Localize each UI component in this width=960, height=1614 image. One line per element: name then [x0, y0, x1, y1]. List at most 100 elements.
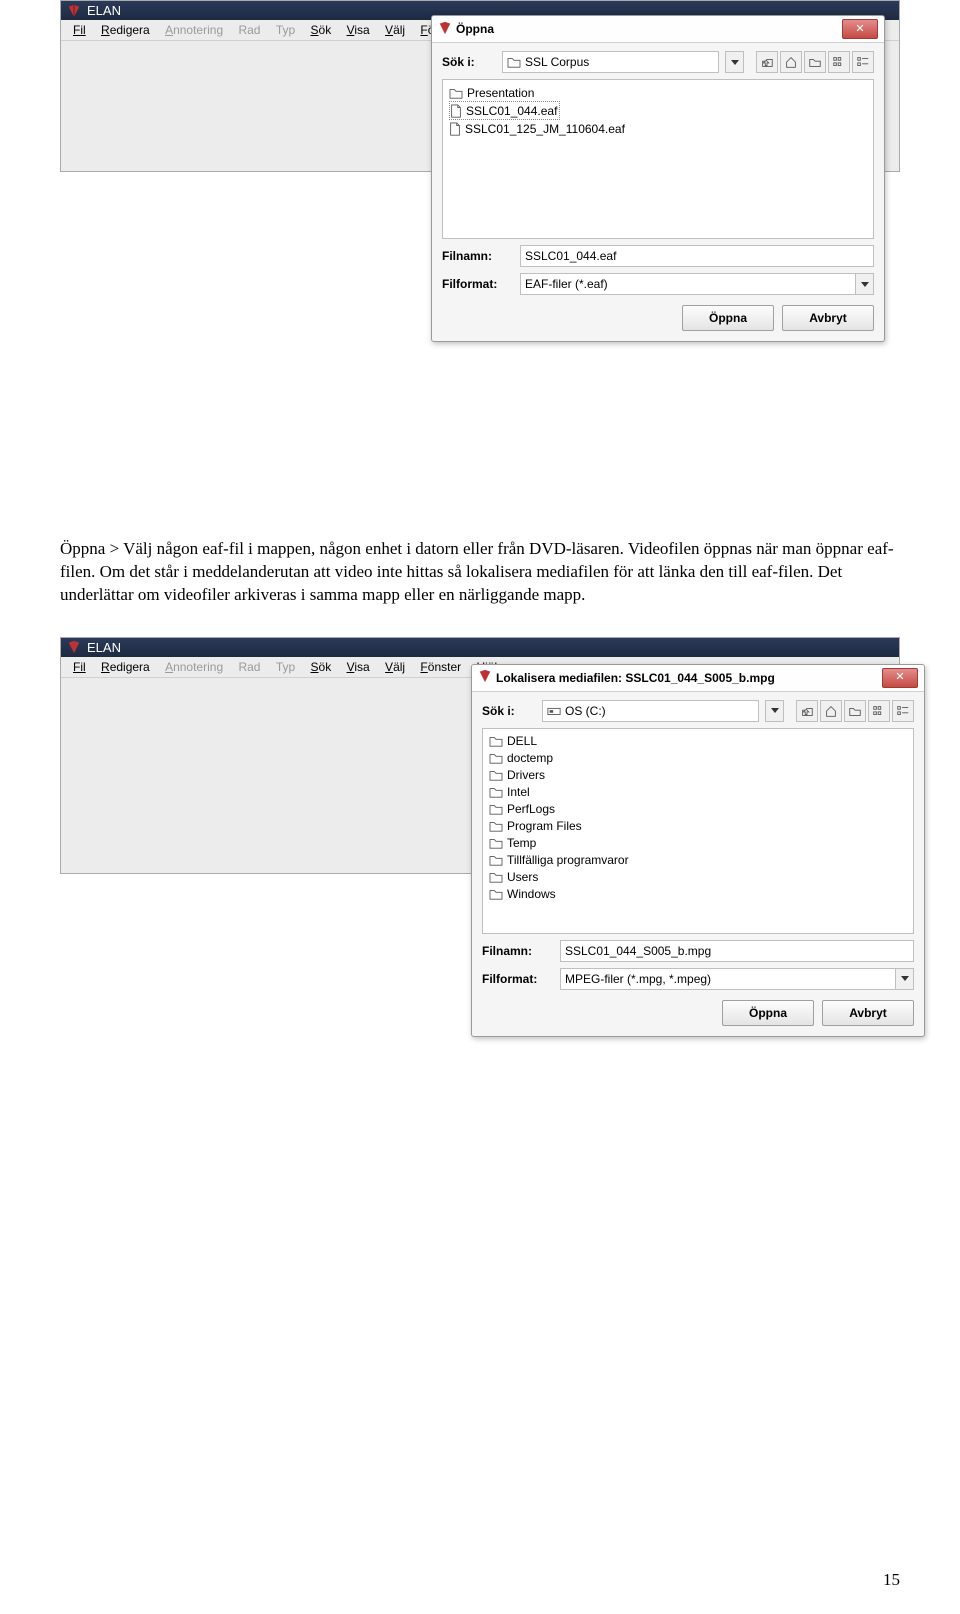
close-icon: ✕	[855, 24, 864, 35]
close-icon: ✕	[895, 672, 904, 683]
open-button[interactable]: Öppna	[682, 305, 774, 331]
folder-icon	[489, 854, 503, 866]
close-button[interactable]: ✕	[842, 19, 878, 39]
open-button[interactable]: Öppna	[722, 1000, 814, 1026]
dialog-title-text: Lokalisera mediafilen: SSLC01_044_S005_b…	[496, 671, 775, 685]
cancel-button[interactable]: Avbryt	[782, 305, 874, 331]
app-title: ELAN	[87, 3, 121, 18]
dialog-app-icon	[438, 21, 452, 38]
cancel-button[interactable]: Avbryt	[822, 1000, 914, 1026]
details-view-button[interactable]	[892, 700, 914, 722]
list-item[interactable]: Presentation	[449, 84, 867, 101]
menu-fonster[interactable]: Fönster	[414, 659, 467, 675]
list-item[interactable]: DELL	[489, 733, 907, 750]
folder-icon	[489, 871, 503, 883]
folder-icon	[489, 769, 503, 781]
menu-rad: Rad	[232, 659, 266, 675]
menu-redigera[interactable]: Redigera	[95, 659, 156, 675]
chevron-down-icon	[901, 976, 909, 981]
folder-icon	[489, 803, 503, 815]
folder-icon	[489, 735, 503, 747]
filename-label: Filnamn:	[442, 249, 512, 263]
format-select[interactable]: MPEG-filer (*.mpg, *.mpeg)	[560, 968, 895, 990]
page-number: 15	[883, 1570, 900, 1590]
elan-titlebar: ELAN	[61, 638, 899, 657]
menu-visa[interactable]: Visa	[341, 22, 376, 38]
folder-icon	[507, 56, 521, 68]
new-folder-button[interactable]	[844, 700, 866, 722]
lookin-label: Sök i:	[442, 55, 496, 69]
menu-fil[interactable]: Fil	[67, 22, 92, 38]
close-button[interactable]: ✕	[882, 668, 918, 688]
list-item[interactable]: Intel	[489, 784, 907, 801]
chevron-down-icon	[861, 282, 869, 287]
list-item[interactable]: SSLC01_125_JM_110604.eaf	[449, 120, 867, 137]
menu-redigera[interactable]: Redigera	[95, 22, 156, 38]
format-dropdown[interactable]	[855, 273, 874, 295]
list-item-selected[interactable]: SSLC01_044.eaf	[449, 101, 560, 120]
filename-input[interactable]: SSLC01_044_S005_b.mpg	[560, 940, 914, 962]
body-paragraph: Öppna > Välj någon eaf-fil i mappen, någ…	[60, 538, 900, 607]
list-item[interactable]: doctemp	[489, 750, 907, 767]
list-item[interactable]: Temp	[489, 835, 907, 852]
lookin-dropdown[interactable]	[725, 51, 744, 73]
client-area: Lokalisera mediafilen: SSLC01_044_S005_b…	[61, 678, 899, 873]
list-item[interactable]: Drivers	[489, 767, 907, 784]
menu-annotering: Annotering	[159, 659, 229, 675]
app-icon	[67, 4, 81, 18]
lookin-select[interactable]: SSL Corpus	[502, 51, 719, 73]
details-view-button[interactable]	[852, 51, 874, 73]
menu-sok[interactable]: Sök	[305, 659, 338, 675]
menu-valj[interactable]: Välj	[379, 22, 411, 38]
app-title: ELAN	[87, 640, 121, 655]
list-item[interactable]: Tillfälliga programvaror	[489, 852, 907, 869]
dialog-title-text: Öppna	[456, 22, 494, 36]
locate-media-dialog: Lokalisera mediafilen: SSLC01_044_S005_b…	[471, 664, 925, 1037]
menu-valj[interactable]: Välj	[379, 659, 411, 675]
lookin-label: Sök i:	[482, 704, 536, 718]
folder-icon	[489, 820, 503, 832]
new-folder-button[interactable]	[804, 51, 826, 73]
home-button[interactable]	[780, 51, 802, 73]
file-list[interactable]: Presentation SSLC01_044.eaf SSLC01_125_J…	[442, 79, 874, 239]
list-view-button[interactable]	[868, 700, 890, 722]
elan-window-1: ELAN Fil Redigera Annotering Rad Typ Sök…	[60, 0, 900, 172]
chevron-down-icon	[731, 60, 739, 65]
list-view-button[interactable]	[828, 51, 850, 73]
format-label: Filformat:	[482, 972, 552, 986]
menu-sok[interactable]: Sök	[305, 22, 338, 38]
menu-typ: Typ	[270, 659, 301, 675]
lookin-value: OS (C:)	[565, 704, 606, 718]
drive-icon	[547, 705, 561, 717]
folder-icon	[489, 752, 503, 764]
folder-icon	[489, 837, 503, 849]
list-item[interactable]: Windows	[489, 886, 907, 903]
format-label: Filformat:	[442, 277, 512, 291]
format-select[interactable]: EAF-filer (*.eaf)	[520, 273, 855, 295]
filename-label: Filnamn:	[482, 944, 552, 958]
chevron-down-icon	[771, 708, 779, 713]
list-item[interactable]: Users	[489, 869, 907, 886]
menu-visa[interactable]: Visa	[341, 659, 376, 675]
up-folder-button[interactable]	[756, 51, 778, 73]
menu-rad: Rad	[232, 22, 266, 38]
file-icon	[450, 104, 462, 118]
open-dialog: Öppna ✕ Sök i: SSL Corpus	[431, 15, 885, 342]
format-dropdown[interactable]	[895, 968, 914, 990]
list-item[interactable]: PerfLogs	[489, 801, 907, 818]
lookin-dropdown[interactable]	[765, 700, 784, 722]
menu-typ: Typ	[270, 22, 301, 38]
menu-annotering: Annotering	[159, 22, 229, 38]
file-icon	[449, 122, 461, 136]
up-folder-button[interactable]	[796, 700, 818, 722]
filename-input[interactable]: SSLC01_044.eaf	[520, 245, 874, 267]
elan-window-2: ELAN Fil Redigera Annotering Rad Typ Sök…	[60, 637, 900, 874]
dialog-app-icon	[478, 669, 492, 686]
list-item[interactable]: Program Files	[489, 818, 907, 835]
folder-icon	[489, 888, 503, 900]
file-list[interactable]: DELL doctemp Drivers Intel PerfLogs Prog…	[482, 728, 914, 934]
menu-fil[interactable]: Fil	[67, 659, 92, 675]
home-button[interactable]	[820, 700, 842, 722]
lookin-select[interactable]: OS (C:)	[542, 700, 759, 722]
lookin-value: SSL Corpus	[525, 55, 589, 69]
